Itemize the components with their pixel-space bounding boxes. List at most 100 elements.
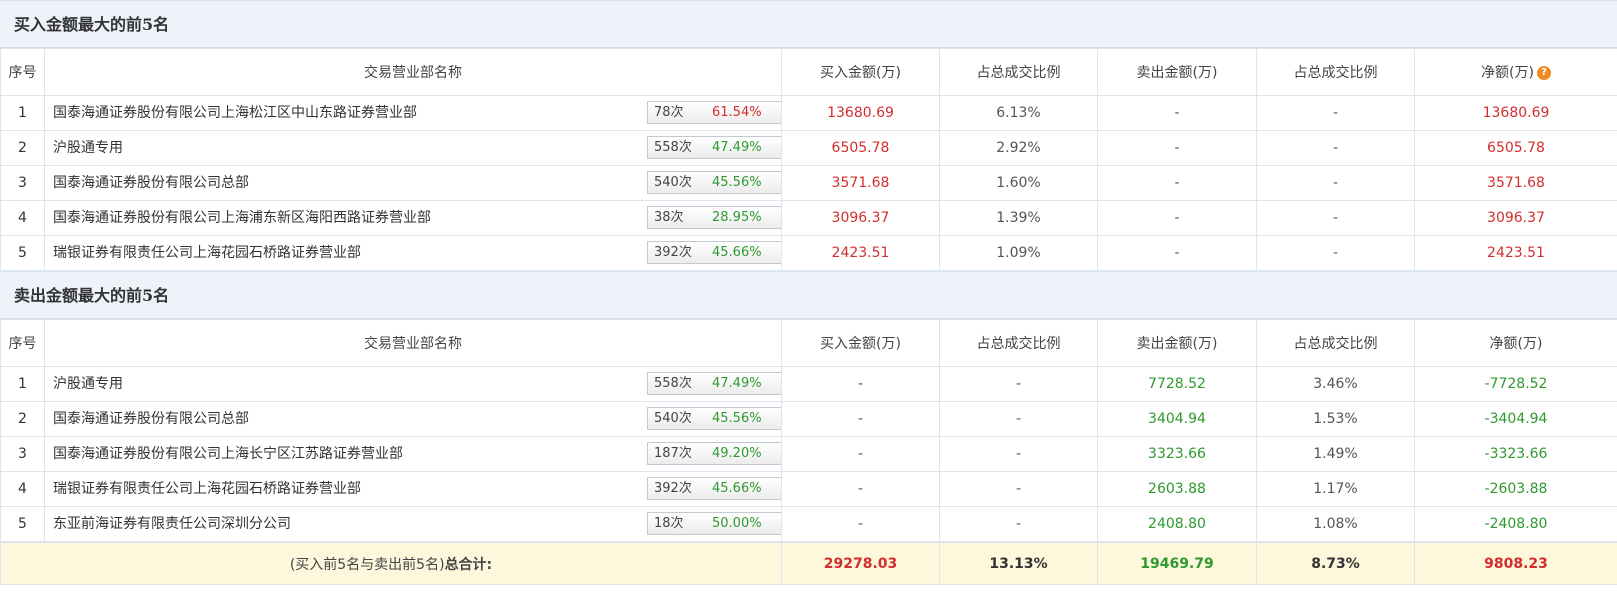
- sell-amount: 3323.66: [1097, 436, 1257, 472]
- col-header-index: 序号: [0, 319, 45, 367]
- broker-name[interactable]: 国泰海通证券股份有限公司上海浦东新区海阳西路证券营业部: [53, 202, 431, 235]
- trade-times: 540次: [654, 411, 692, 426]
- col-header-net: 净额(万)?: [1414, 48, 1617, 96]
- sell-section-title: 卖出金额最大的前5名: [0, 271, 1617, 319]
- col-header-buy-ratio: 占总成交比例: [939, 319, 1098, 367]
- col-header-sell-ratio: 占总成交比例: [1256, 48, 1415, 96]
- sell-ratio: -: [1256, 235, 1415, 271]
- trade-count-box[interactable]: 392次 45.66%: [647, 241, 781, 264]
- buy-section: 买入金额最大的前5名 序号 交易营业部名称 买入金额(万) 占总成交比例 卖出金…: [0, 0, 1617, 271]
- row-index: 4: [0, 200, 45, 236]
- table-row: 5 东亚前海证券有限责任公司深圳分公司 18次 50.00% - -2408.80 1.08…: [0, 506, 1617, 542]
- broker-name[interactable]: 东亚前海证券有限责任公司深圳分公司: [53, 508, 291, 541]
- win-rate: 45.56%: [712, 175, 762, 190]
- broker-name[interactable]: 国泰海通证券股份有限公司上海松江区中山东路证券营业部: [53, 97, 417, 130]
- sell-ratio: 1.49%: [1256, 436, 1415, 472]
- trade-count-box[interactable]: 558次 47.49%: [647, 136, 781, 159]
- row-index: 5: [0, 506, 45, 542]
- net-amount: -2603.88: [1414, 471, 1617, 507]
- broker-cell: 国泰海通证券股份有限公司总部 540次 45.56%: [44, 165, 782, 201]
- buy-ratio: 1.09%: [939, 235, 1098, 271]
- sell-ratio: 1.08%: [1256, 506, 1415, 542]
- net-amount: -7728.52: [1414, 366, 1617, 402]
- sell-section: 卖出金额最大的前5名 序号 交易营业部名称 买入金额(万) 占总成交比例 卖出金…: [0, 271, 1617, 585]
- total-buy: 29278.03: [781, 542, 940, 585]
- broker-cell: 东亚前海证券有限责任公司深圳分公司 18次 50.00%: [44, 506, 782, 542]
- trade-count-box[interactable]: 38次 28.95%: [647, 206, 781, 229]
- buy-table: 序号 交易营业部名称 买入金额(万) 占总成交比例 卖出金额(万) 占总成交比例…: [0, 48, 1617, 271]
- total-label: (买入前5名与卖出前5名)总合计:: [0, 542, 782, 585]
- broker-cell: 瑞银证券有限责任公司上海花园石桥路证券营业部 392次 45.66%: [44, 471, 782, 507]
- question-icon[interactable]: ?: [1536, 66, 1551, 80]
- sell-ratio: 3.46%: [1256, 366, 1415, 402]
- buy-ratio: 1.39%: [939, 200, 1098, 236]
- table-row: 1国泰海通证券股份有限公司上海松江区中山东路证券营业部78次61.54%?136…: [0, 95, 1617, 131]
- table-row: 1沪股通专用558次47.49%?--7728.523.46%-7728.52: [0, 366, 1617, 402]
- buy-amount: 3096.37: [781, 200, 940, 236]
- total-net: 9808.23: [1414, 542, 1617, 585]
- col-header-net: 净额(万): [1414, 319, 1617, 367]
- sell-ratio: -: [1256, 165, 1415, 201]
- row-index: 5: [0, 235, 45, 271]
- row-index: 2: [0, 401, 45, 437]
- trade-count-box[interactable]: 187次 49.20%: [647, 442, 781, 465]
- trade-count-box[interactable]: 392次 45.66%: [647, 477, 781, 500]
- total-row: (买入前5名与卖出前5名)总合计: 29278.03 13.13% 19469.…: [0, 542, 1617, 585]
- total-buy-ratio: 13.13%: [939, 542, 1098, 585]
- sell-amount: 3404.94: [1097, 401, 1257, 437]
- broker-cell: 国泰海通证券股份有限公司上海松江区中山东路证券营业部 78次61.54%?: [44, 95, 782, 131]
- broker-name[interactable]: 国泰海通证券股份有限公司上海长宁区江苏路证券营业部: [53, 438, 403, 471]
- net-amount: 6505.78: [1414, 130, 1617, 166]
- trade-count-box[interactable]: 78次61.54%?: [647, 101, 781, 124]
- buy-amount: -: [781, 401, 940, 437]
- win-rate: 47.49%: [712, 376, 762, 391]
- broker-name[interactable]: 国泰海通证券股份有限公司总部: [53, 167, 249, 200]
- sell-ratio: 1.53%: [1256, 401, 1415, 437]
- broker-cell: 沪股通专用558次47.49%?: [44, 366, 782, 402]
- buy-ratio: 6.13%: [939, 95, 1098, 131]
- sell-ratio: -: [1256, 130, 1415, 166]
- sell-amount: 2408.80: [1097, 506, 1257, 542]
- sell-table: 序号 交易营业部名称 买入金额(万) 占总成交比例 卖出金额(万) 占总成交比例…: [0, 319, 1617, 542]
- sell-amount: -: [1097, 95, 1257, 131]
- row-index: 3: [0, 165, 45, 201]
- table-row: 4 瑞银证券有限责任公司上海花园石桥路证券营业部 392次 45.66% - -2603.…: [0, 471, 1617, 507]
- broker-name[interactable]: 沪股通专用: [53, 132, 123, 165]
- broker-name[interactable]: 瑞银证券有限责任公司上海花园石桥路证券营业部: [53, 237, 361, 270]
- table-header-row: 序号 交易营业部名称 买入金额(万) 占总成交比例 卖出金额(万) 占总成交比例…: [0, 319, 1617, 367]
- broker-cell: 瑞银证券有限责任公司上海花园石桥路证券营业部 392次 45.66%: [44, 235, 782, 271]
- trade-count-box[interactable]: 18次 50.00%: [647, 512, 781, 535]
- buy-amount: -: [781, 366, 940, 402]
- trade-times: 187次: [654, 446, 692, 461]
- broker-name[interactable]: 瑞银证券有限责任公司上海花园石桥路证券营业部: [53, 473, 361, 506]
- win-rate: 49.20%: [712, 446, 762, 461]
- col-header-buy: 买入金额(万): [781, 48, 940, 96]
- broker-name[interactable]: 沪股通专用: [53, 368, 123, 401]
- broker-cell: 国泰海通证券股份有限公司总部 540次 45.56%: [44, 401, 782, 437]
- col-header-name: 交易营业部名称: [44, 48, 782, 96]
- row-index: 1: [0, 366, 45, 402]
- sell-amount: -: [1097, 200, 1257, 236]
- trade-count-box[interactable]: 540次 45.56%: [647, 171, 781, 194]
- trade-times: 558次: [654, 376, 692, 391]
- table-row: 3 国泰海通证券股份有限公司上海长宁区江苏路证券营业部 187次 49.20% - -33…: [0, 436, 1617, 472]
- trade-count-box[interactable]: 540次 45.56%: [647, 407, 781, 430]
- trade-count-box[interactable]: 558次47.49%?: [647, 372, 781, 395]
- trade-times: 38次: [654, 210, 684, 225]
- win-rate: 45.66%: [712, 481, 762, 496]
- table-header-row: 序号 交易营业部名称 买入金额(万) 占总成交比例 卖出金额(万) 占总成交比例…: [0, 48, 1617, 96]
- win-rate: 28.95%: [712, 210, 762, 225]
- table-row: 3 国泰海通证券股份有限公司总部 540次 45.56% 3571.68 1.60% - -3…: [0, 165, 1617, 201]
- buy-section-title: 买入金额最大的前5名: [0, 0, 1617, 48]
- broker-name[interactable]: 国泰海通证券股份有限公司总部: [53, 403, 249, 436]
- net-amount: -2408.80: [1414, 506, 1617, 542]
- net-amount: -3404.94: [1414, 401, 1617, 437]
- net-amount: 3096.37: [1414, 200, 1617, 236]
- win-rate: 45.66%: [712, 245, 762, 260]
- win-rate: 61.54%: [712, 105, 762, 120]
- row-index: 1: [0, 95, 45, 131]
- sell-amount: -: [1097, 235, 1257, 271]
- total-sell: 19469.79: [1097, 542, 1257, 585]
- sell-ratio: -: [1256, 200, 1415, 236]
- col-header-buy: 买入金额(万): [781, 319, 940, 367]
